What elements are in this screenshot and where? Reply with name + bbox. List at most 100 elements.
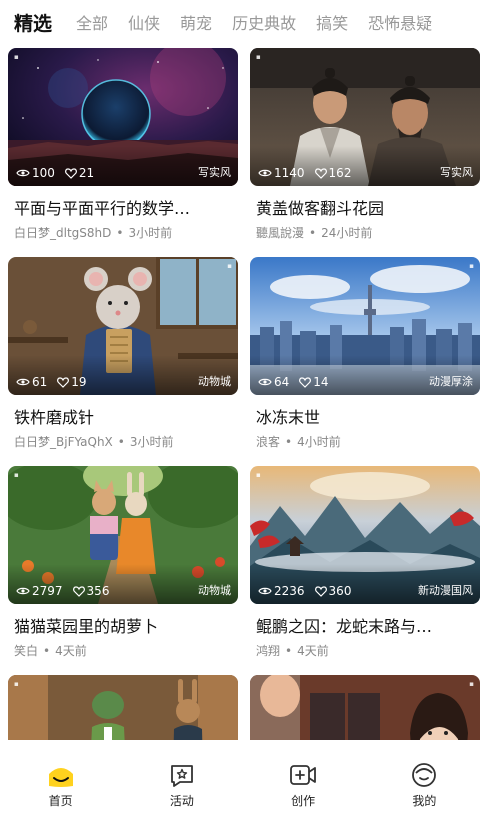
eye-icon (258, 378, 272, 386)
watermark: ▪ (14, 680, 19, 688)
nav-create[interactable]: 创作 (263, 762, 343, 809)
author-name[interactable]: 浪客 (256, 435, 280, 449)
work-meta: 白日梦_dltgS8hD • 3小时前 (14, 226, 173, 240)
eye-icon (258, 587, 272, 595)
post-time: 4天前 (297, 644, 329, 658)
watermark: ▪ (227, 262, 232, 270)
author-name[interactable]: 聽風說漫 (256, 226, 304, 240)
view-count: 2236 (258, 584, 305, 598)
work-title[interactable]: 猫猫菜园里的胡萝卜 (8, 613, 236, 637)
tab-horror[interactable]: 恐怖悬疑 (368, 10, 432, 34)
like-count: 21 (64, 166, 95, 180)
like-count-value: 356 (86, 584, 110, 598)
watermark: ▪ (256, 471, 261, 479)
work-thumbnail[interactable]: ▪ 1140 162 写实风 (250, 48, 480, 186)
like-count: 14 (299, 375, 329, 389)
work-title[interactable]: 鲲鹏之囚：龙蛇末路与… (250, 613, 478, 637)
eye-icon (16, 587, 30, 595)
work-title[interactable]: 冰冻末世 (250, 404, 478, 428)
eye-icon (16, 169, 30, 177)
like-count: 356 (72, 584, 110, 598)
work-thumbnail[interactable]: ▪ 64 14 动漫厚涂 (250, 257, 480, 395)
view-count-value: 2797 (32, 584, 63, 598)
work-card[interactable]: ▪ 2797 356 动物城 猫猫菜园里的胡萝卜 笑白 • 4天前 (8, 466, 238, 659)
view-count: 61 (16, 375, 47, 389)
view-count-value: 1140 (274, 166, 305, 180)
like-count-value: 14 (313, 375, 329, 389)
author-name[interactable]: 鸿翔 (256, 644, 280, 658)
view-count: 1140 (258, 166, 305, 180)
post-time: 4天前 (55, 644, 87, 658)
watermark: ▪ (469, 680, 474, 688)
like-count-value: 360 (328, 584, 352, 598)
work-card[interactable]: ▪ 2236 360 新动漫国风 鲲鹏之囚：龙蛇末路与… 鸿翔 • 4天前 (250, 466, 480, 659)
style-tag: 动漫厚涂 (429, 375, 473, 388)
author-name[interactable]: 白日梦_BjFYaQhX (14, 435, 113, 449)
author-name[interactable]: 笑白 (14, 644, 38, 658)
tab-pets[interactable]: 萌宠 (180, 10, 212, 34)
author-name[interactable]: 白日梦_dltgS8hD (14, 226, 111, 240)
work-meta: 鸿翔 • 4天前 (256, 644, 329, 658)
nav-profile[interactable]: 我的 (384, 762, 464, 809)
work-stats: 2797 356 (16, 584, 119, 598)
work-thumbnail[interactable]: ▪ 61 19 动物城 (8, 257, 238, 395)
work-meta: 浪客 • 4小时前 (256, 435, 341, 449)
watermark: ▪ (469, 262, 474, 270)
eye-icon (258, 169, 272, 177)
work-card[interactable]: ▪ 1140 162 写实风 黄盖做客翻斗花园 聽風說漫 • 24小时前 (250, 48, 480, 241)
view-count: 64 (258, 375, 289, 389)
like-count: 360 (314, 584, 352, 598)
work-stats: 1140 162 (258, 166, 361, 180)
view-count-value: 100 (32, 166, 55, 180)
post-time: 24小时前 (321, 226, 373, 240)
view-count-value: 2236 (274, 584, 305, 598)
work-meta: 聽風說漫 • 24小时前 (256, 226, 373, 240)
work-meta: 笑白 • 4天前 (14, 644, 87, 658)
work-card[interactable]: ▪ 64 14 动漫厚涂 冰冻末世 浪客 • 4小时前 (250, 257, 480, 450)
heart-icon (64, 167, 77, 179)
tabs-fade (449, 0, 485, 44)
watermark: ▪ (256, 53, 261, 61)
work-stats: 61 19 (16, 375, 97, 389)
view-count-value: 61 (32, 375, 48, 389)
heart-icon (72, 585, 85, 597)
nav-home[interactable]: 首页 (21, 762, 101, 809)
tab-all[interactable]: 全部 (76, 10, 108, 34)
nav-activity[interactable]: 活动 (142, 762, 222, 809)
category-tabs: 精选 全部 仙侠 萌宠 历史典故 搞笑 恐怖悬疑 (0, 0, 485, 44)
like-count-value: 19 (71, 375, 87, 389)
like-count-value: 21 (78, 166, 95, 180)
work-title[interactable]: 黄盖做客翻斗花园 (250, 195, 478, 219)
nav-create-label: 创作 (291, 794, 316, 808)
watermark: ▪ (14, 471, 19, 479)
work-meta: 白日梦_BjFYaQhX • 3小时前 (14, 435, 174, 449)
work-title[interactable]: 平面与平面平行的数学… (8, 195, 236, 219)
work-thumbnail[interactable]: ▪ 2797 356 动物城 (8, 466, 238, 604)
tab-funny[interactable]: 搞笑 (316, 10, 348, 34)
work-thumbnail[interactable]: ▪ 100 21 写实风 (8, 48, 238, 186)
profile-icon (412, 763, 437, 787)
view-count: 2797 (16, 584, 63, 598)
post-time: 3小时前 (129, 435, 174, 449)
nav-home-label: 首页 (48, 794, 73, 808)
tab-featured[interactable]: 精选 (14, 9, 52, 36)
like-count-value: 162 (328, 166, 352, 180)
bottom-nav: 首页 活动 创作 我的 (0, 740, 485, 828)
style-tag: 新动漫国风 (418, 584, 473, 597)
style-tag: 动物城 (198, 584, 231, 597)
work-thumbnail[interactable]: ▪ 2236 360 新动漫国风 (250, 466, 480, 604)
heart-icon (314, 167, 327, 179)
work-stats: 100 21 (16, 166, 104, 180)
create-icon (290, 765, 317, 785)
like-count: 162 (314, 166, 352, 180)
tab-history[interactable]: 历史典故 (232, 10, 296, 34)
home-icon (48, 768, 73, 787)
work-title[interactable]: 铁杵磨成针 (8, 404, 236, 428)
heart-icon (57, 376, 70, 388)
tab-xianxia[interactable]: 仙侠 (128, 10, 160, 34)
style-tag: 写实风 (440, 166, 473, 179)
work-card[interactable]: ▪ 61 19 动物城 铁杵磨成针 白日梦_BjFYaQhX • 3小时前 (8, 257, 238, 450)
eye-icon (16, 378, 30, 386)
work-stats: 2236 360 (258, 584, 361, 598)
work-card[interactable]: ▪ 100 21 写实风 平面与平面平行的数学… 白日梦_dltgS8hD • 3小… (8, 48, 238, 241)
